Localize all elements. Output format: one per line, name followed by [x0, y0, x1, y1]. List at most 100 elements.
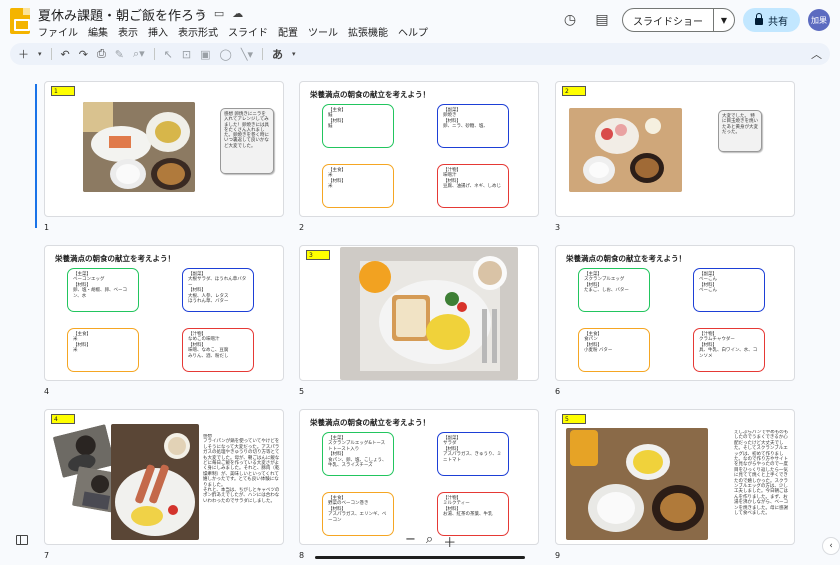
note-bubble: 感想 卵焼きにニラを入れてアレンジしてみました！卵焼きには具をたくさん入れました… — [220, 108, 274, 174]
slide-grid: 1 感想 卵焼きにニラを入れてアレンジしてみました！卵焼きには具をたくさん入れま… — [0, 72, 840, 565]
slide-number: 2 — [299, 223, 305, 232]
note-bubble: 大変でした。 特に目玉焼きを焼いたあと黄身が大変だった。 — [718, 110, 762, 152]
slideshow-label[interactable]: スライドショー — [623, 9, 714, 31]
photo-art — [340, 247, 518, 380]
slide-title: 栄養満点の朝食の献立を考えよう！ — [566, 254, 686, 263]
select-icon[interactable]: ↖ — [164, 48, 173, 61]
zoom-out-icon[interactable]: − — [405, 532, 416, 551]
slideshow-button[interactable]: スライドショー ▼ — [622, 8, 735, 32]
menu-box-staple: 【主食】 野菜のベーコン巻き 【材料】 アスパラガス、エリンギ、ベーコン — [322, 492, 394, 536]
slide-thumbnail[interactable]: 4 感想 フライパンが鍋を使っていてやけどをしそうになって大変だった。アスパラガ… — [44, 409, 284, 545]
menu-box-side: 【副菜】 ベーこん 【材料】 ベーこん — [693, 268, 765, 312]
slide-thumbnail[interactable]: 1 感想 卵焼きにニラを入れてアレンジしてみました！卵焼きには具をたくさん入れま… — [44, 81, 284, 217]
text-box-icon[interactable]: ⊡ — [182, 48, 191, 61]
text-style-dropdown-icon[interactable]: ▾ — [292, 50, 296, 58]
slide-title: 栄養満点の朝食の献立を考えよう！ — [310, 418, 430, 427]
menu-insert[interactable]: 挿入 — [148, 24, 168, 39]
star-icon[interactable]: ☆ — [196, 7, 206, 20]
comment-icon[interactable]: ▤ — [590, 8, 614, 32]
menu-slide[interactable]: スライド — [228, 24, 268, 39]
line-icon[interactable]: ╲▾ — [241, 48, 253, 61]
menu-box-main: 【主菜】 スクランブルエッグ&トーストトースト入り 【材料】 食パン、卵、塩、こ… — [322, 432, 394, 476]
menu-box-soup: 【汁物】 ミルクティー 【材料】 お湯、紅茶の茶葉、牛乳 — [437, 492, 509, 536]
breakfast-photo — [340, 247, 518, 380]
menu-edit[interactable]: 編集 — [88, 24, 108, 39]
document-title[interactable]: 夏休み課題・朝ご飯を作ろう — [38, 5, 207, 24]
slide-thumbnail[interactable]: 2 大変でした。 特に目玉焼きを焼いたあと黄身が大変だった。 — [555, 81, 795, 217]
menu-box-side: 【副菜】 サラダ 【材料】 アスパラガス、きゅうり、ミニトマト — [437, 432, 509, 476]
paint-format-icon[interactable]: ✎ — [115, 48, 124, 61]
toolbar-divider — [153, 48, 155, 60]
selection-indicator — [35, 84, 37, 228]
menu-tools[interactable]: ツール — [308, 24, 338, 39]
slide-thumbnail[interactable]: 3 — [299, 245, 539, 381]
move-folder-icon[interactable]: ▭ — [214, 7, 224, 20]
menu-box-side: 【副菜】 大根サラダ、ほうれん草バター 【材料】 大根、人参、レタス ほうれん草… — [182, 268, 254, 312]
zoom-icon[interactable]: ⌕▾ — [133, 47, 145, 61]
shape-icon[interactable]: ◯ — [220, 48, 232, 61]
toolbar-divider — [261, 48, 263, 60]
menu-box-side: 【副菜】 卵焼き 【材料】 卵、ニラ、砂糖、塩、 — [437, 104, 509, 148]
breakfast-photo — [566, 428, 708, 540]
share-label: 共有 — [768, 16, 788, 28]
zoom-in-icon[interactable]: ＋ — [443, 532, 456, 551]
print-icon[interactable]: ⎙ — [97, 47, 106, 61]
menu-file[interactable]: ファイル — [38, 24, 78, 39]
slide-number: 8 — [299, 551, 305, 560]
reflection-text: えしぶらパンでやめものもしたのでうまくできるか心配だったけど大丈夫でした。そして… — [734, 430, 789, 517]
slide-label: 3 — [306, 250, 330, 260]
menu-box-main: 【主菜】 スクランブルエッグ 【材料】 たまご、しお、バター — [578, 268, 650, 312]
home-indicator — [315, 556, 525, 559]
chevron-up-icon[interactable]: ︿ — [811, 46, 822, 62]
title-actions: ☆ ▭ ☁ — [196, 7, 243, 20]
slide-label: 2 — [562, 86, 586, 96]
text-style-button[interactable]: あ — [272, 46, 283, 62]
avatar[interactable]: 加果 — [808, 9, 830, 31]
menu-arrange[interactable]: 配置 — [278, 24, 298, 39]
share-button[interactable]: 共有 — [743, 8, 800, 32]
slide-number: 9 — [555, 551, 561, 560]
menu-box-staple: 【主食】 食パン 【材料】 小麦粉 バター — [578, 328, 650, 372]
breakfast-photo — [569, 108, 682, 192]
menu-box-staple: 【主食】 米 【材料】 米 — [67, 328, 139, 372]
image-icon[interactable]: ▣ — [200, 48, 210, 61]
undo-icon[interactable]: ↶ — [61, 48, 70, 61]
toggle-filmstrip-icon[interactable] — [16, 535, 28, 545]
chevron-left-icon[interactable]: ‹ — [822, 537, 840, 555]
cloud-status-icon[interactable]: ☁ — [232, 7, 243, 20]
photo-art — [569, 108, 682, 192]
toolbar: ＋ ▾ ↶ ↷ ⎙ ✎ ⌕▾ ↖ ⊡ ▣ ◯ ╲▾ あ ▾ ︿ — [10, 43, 830, 65]
slide-thumbnail[interactable]: 栄養満点の朝食の献立を考えよう！ 【主菜】 スクランブルエッグ 【材料】 たまご… — [555, 245, 795, 381]
slide-number: 4 — [44, 387, 50, 396]
slide-label: 1 — [51, 86, 75, 96]
menu-view[interactable]: 表示 — [118, 24, 138, 39]
chevron-down-icon[interactable]: ▼ — [714, 16, 734, 25]
slide-title: 栄養満点の朝食の献立を考えよう！ — [55, 254, 175, 263]
breakfast-photo — [111, 424, 199, 540]
slide-thumbnail[interactable]: 栄養満点の朝食の献立を考えよう！ 【主菜】 ベーコンエッグ 【材料】 卵、塩・胡… — [44, 245, 284, 381]
slide-number: 5 — [299, 387, 305, 396]
menu-format[interactable]: 表示形式 — [178, 24, 218, 39]
new-slide-dropdown-icon[interactable]: ▾ — [38, 50, 42, 58]
slide-thumbnail[interactable]: 5 えしぶらパンでやめものもしたのでうまくできるか心配だったけど大丈夫でした。そ… — [555, 409, 795, 545]
zoom-controls: − ⌕ ＋ — [405, 532, 456, 551]
menu-box-soup: 【汁物】 味噌汁 【材料】 豆腐、油揚げ、ネギ、しめじ — [437, 164, 509, 208]
slide-number: 6 — [555, 387, 561, 396]
slide-label: 4 — [51, 414, 75, 424]
breakfast-photo — [83, 102, 195, 192]
new-slide-icon[interactable]: ＋ — [18, 46, 29, 62]
zoom-icon[interactable]: ⌕ — [426, 532, 433, 551]
slides-logo-icon[interactable] — [10, 8, 30, 34]
redo-icon[interactable]: ↷ — [79, 48, 88, 61]
slide-number: 3 — [555, 223, 561, 232]
menu-help[interactable]: ヘルプ — [398, 24, 428, 39]
slide-title: 栄養満点の朝食の献立を考えよう！ — [310, 90, 430, 99]
app-header: 夏休み課題・朝ご飯を作ろう ☆ ▭ ☁ ファイル 編集 表示 挿入 表示形式 ス… — [0, 0, 840, 42]
reflection-text: 感想 フライパンが鍋を使っていてやけどをしそうになって大変だった。アスパラガスの… — [203, 434, 280, 504]
menu-extensions[interactable]: 拡張機能 — [348, 24, 388, 39]
history-icon[interactable]: ◷ — [558, 8, 582, 32]
slide-thumbnail[interactable]: 栄養満点の朝食の献立を考えよう！ 【主食】 鮭 【材料】 鮭 【副菜】 卵焼き … — [299, 81, 539, 217]
slide-number: 7 — [44, 551, 50, 560]
slide-thumbnail[interactable]: 栄養満点の朝食の献立を考えよう！ 【主菜】 スクランブルエッグ&トーストトースト… — [299, 409, 539, 545]
menu-box-soup: 【汁物】 なめこの味噌汁 【材料】 味噌、なめこ、豆腐 みりん、酒、粉だし — [182, 328, 254, 372]
